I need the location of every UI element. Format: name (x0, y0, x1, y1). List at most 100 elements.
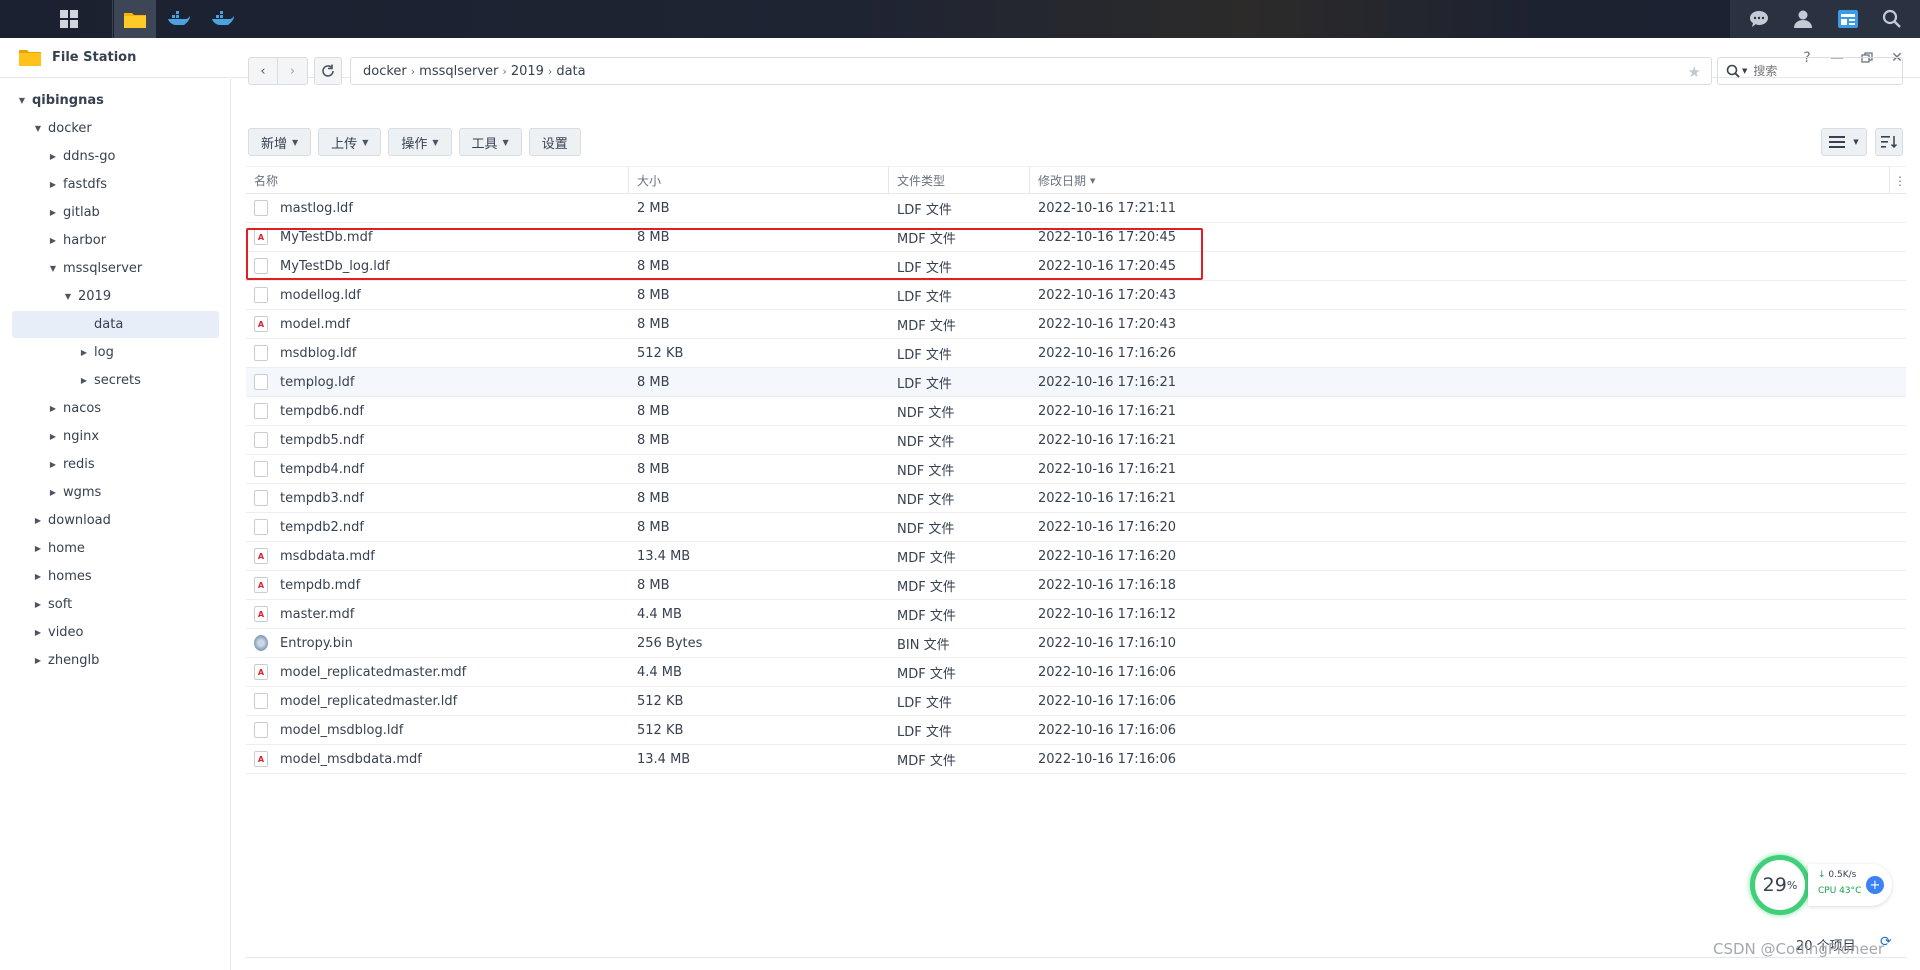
tree-item-home[interactable]: ▶ home (32, 535, 239, 562)
search-options-caret-icon[interactable]: ▼ (1742, 67, 1747, 75)
column-header-label: 大小 (637, 174, 662, 188)
column-header-name[interactable]: 名称 (246, 167, 629, 194)
tree-item-soft[interactable]: ▶ soft (32, 591, 239, 618)
file-size: 4.4 MB (637, 606, 682, 622)
table-row[interactable]: tempdb3.ndf 8 MB NDF 文件 2022-10-16 17:16:21 (246, 484, 1906, 513)
column-options-button[interactable]: ⋮ (1890, 167, 1906, 194)
tree-item-video[interactable]: ▶ video (32, 619, 239, 646)
table-row[interactable]: model_replicatedmaster.ldf 512 KB LDF 文件 20… (246, 687, 1906, 716)
file-size: 13.4 MB (637, 548, 691, 564)
file-modified: 2022-10-16 17:16:12 (1038, 606, 1177, 622)
search-icon[interactable] (1882, 9, 1902, 29)
view-mode-button[interactable]: ▼ (1821, 128, 1867, 156)
file-modified: 2022-10-16 17:21:11 (1038, 200, 1177, 216)
table-row[interactable]: A MyTestDb.mdf 8 MB MDF 文件 2022-10-16 17:20:… (246, 223, 1906, 252)
add-widget-icon[interactable]: + (1866, 876, 1884, 894)
tree-item-label: fastdfs (63, 177, 108, 192)
table-row[interactable]: tempdb5.ndf 8 MB NDF 文件 2022-10-16 17:16:21 (246, 426, 1906, 455)
new-button[interactable]: 新增 ▼ (248, 128, 312, 156)
widgets-icon[interactable] (1837, 9, 1859, 29)
blank-file-icon (254, 519, 268, 535)
table-row[interactable]: Entropy.bin 256 Bytes BIN 文件 2022-10-16 17:… (246, 629, 1906, 658)
file-modified: 2022-10-16 17:16:26 (1038, 345, 1177, 361)
file-size: 512 KB (637, 722, 684, 738)
tree-item-zhenglb[interactable]: ▶ zhenglb (32, 647, 239, 674)
tree-item-qibingnas[interactable]: ▼ qibingnas (16, 87, 223, 114)
favorite-star-icon[interactable]: ★ (1688, 63, 1701, 81)
table-row[interactable]: Amodel.mdf 8 MB MDF 文件 2022-10-16 17:20:43 (246, 310, 1906, 339)
tools-button[interactable]: 工具 ▼ (458, 128, 522, 156)
blank-file-icon (254, 200, 268, 216)
table-row[interactable]: tempdb2.ndf 8 MB NDF 文件 2022-10-16 17:16:20 (246, 513, 1906, 542)
caret-right-icon: ▶ (34, 600, 42, 609)
mdf-file-icon: A (254, 577, 268, 593)
table-row[interactable]: mastlog.ldf 2 MB LDF 文件 2022-10-16 17:21:11 (246, 194, 1906, 223)
settings-button[interactable]: 设置 (528, 128, 581, 156)
table-row[interactable]: msdblog.ldf 512 KB LDF 文件 2022-10-16 17:16:… (246, 339, 1906, 368)
breadcrumb-data[interactable]: data (556, 64, 585, 79)
taskbar-docker-2[interactable] (202, 0, 244, 38)
tree-item-harbor[interactable]: ▶ harbor (47, 227, 254, 254)
folder-icon (19, 50, 41, 66)
table-row[interactable]: tempdb6.ndf 8 MB NDF 文件 2022-10-16 17:16:21 (246, 397, 1906, 426)
back-button[interactable]: ‹ (248, 57, 278, 85)
breadcrumb-mssqlserver[interactable]: mssqlserver (419, 64, 498, 79)
path-breadcrumb[interactable]: docker › mssqlserver › 2019 › data ★ (350, 57, 1712, 85)
caret-right-icon: ▶ (34, 516, 42, 525)
forward-button[interactable]: › (278, 57, 308, 85)
taskbar-file-station[interactable] (114, 0, 156, 38)
desktop-taskbar (0, 0, 1920, 38)
table-row[interactable]: Amodel_msdbdata.mdf 13.4 MB MDF 文件 2022-10-… (246, 745, 1906, 774)
user-icon[interactable] (1793, 9, 1813, 29)
table-row[interactable]: Amsdbdata.mdf 13.4 MB MDF 文件 2022-10-16 17:… (246, 542, 1906, 571)
file-type: LDF 文件 (897, 260, 952, 276)
table-row[interactable]: modellog.ldf 8 MB LDF 文件 2022-10-16 17:20:4… (246, 281, 1906, 310)
column-header-type[interactable]: 文件类型 (889, 167, 1030, 194)
upload-button[interactable]: 上传 ▼ (318, 128, 382, 156)
file-modified: 2022-10-16 17:16:10 (1038, 635, 1177, 651)
column-header-size[interactable]: 大小 (629, 167, 889, 194)
table-row[interactable]: model_msdblog.ldf 512 KB LDF 文件 2022-10-16 … (246, 716, 1906, 745)
tree-item-nginx[interactable]: ▶ nginx (47, 423, 254, 450)
action-button[interactable]: 操作 ▼ (388, 128, 452, 156)
table-row[interactable]: Amodel_replicatedmaster.mdf 4.4 MB MDF 文件 2… (246, 658, 1906, 687)
file-modified: 2022-10-16 17:20:43 (1038, 316, 1177, 332)
tree-item-ddns-go[interactable]: ▶ ddns-go (47, 143, 254, 170)
tree-item-2019[interactable]: ▼ 2019 (62, 283, 269, 310)
tree-item-download[interactable]: ▶ download (32, 507, 239, 534)
breadcrumb-2019[interactable]: 2019 (511, 64, 544, 79)
view-controls: ▼ (1821, 128, 1903, 156)
tree-item-fastdfs[interactable]: ▶ fastdfs (47, 171, 254, 198)
search-box[interactable]: ▼ (1717, 57, 1903, 85)
taskbar-docker-1[interactable] (158, 0, 200, 38)
tree-item-nacos[interactable]: ▶ nacos (47, 395, 254, 422)
tree-item-mssqlserver[interactable]: ▼ mssqlserver (47, 255, 254, 282)
tree-item-secrets[interactable]: ▶ secrets (78, 367, 219, 394)
breadcrumb-separator-icon: › (502, 64, 507, 78)
main-menu-button[interactable] (48, 0, 90, 38)
resource-monitor-widget[interactable]: 29% ↓ 0.5K/s CPU 43°C + (1750, 855, 1900, 915)
tree-item-homes[interactable]: ▶ homes (32, 563, 239, 590)
tree-item-redis[interactable]: ▶ redis (47, 451, 254, 478)
chat-icon[interactable] (1748, 9, 1770, 29)
sort-button[interactable] (1875, 128, 1903, 156)
tree-item-gitlab[interactable]: ▶ gitlab (47, 199, 254, 226)
table-row[interactable]: Atempdb.mdf 8 MB MDF 文件 2022-10-16 17:16:18 (246, 571, 1906, 600)
tree-item-data[interactable]: data (12, 311, 219, 338)
table-row[interactable]: templog.ldf 8 MB LDF 文件 2022-10-16 17:16:21 (246, 368, 1906, 397)
table-row[interactable]: MyTestDb_log.ldf 8 MB LDF 文件 2022-10-16 17:… (246, 252, 1906, 281)
dropdown-caret-icon: ▼ (292, 137, 299, 147)
breadcrumb-docker[interactable]: docker (363, 64, 407, 79)
caret-down-icon: ▼ (64, 292, 72, 301)
table-row[interactable]: Amaster.mdf 4.4 MB MDF 文件 2022-10-16 17:16:… (246, 600, 1906, 629)
search-input[interactable] (1753, 64, 1884, 78)
tree-item-wgms[interactable]: ▶ wgms (47, 479, 254, 506)
table-row[interactable]: tempdb4.ndf 8 MB NDF 文件 2022-10-16 17:16:21 (246, 455, 1906, 484)
column-header-modified[interactable]: 修改日期 ▼ (1030, 167, 1890, 194)
tree-item-log[interactable]: ▶ log (78, 339, 219, 366)
refresh-button[interactable] (314, 57, 342, 85)
upload-button-label: 上传 (331, 136, 358, 152)
file-list: mastlog.ldf 2 MB LDF 文件 2022-10-16 17:21:11… (246, 194, 1906, 774)
file-type: NDF 文件 (897, 492, 955, 508)
tree-item-docker[interactable]: ▼ docker (32, 115, 239, 142)
